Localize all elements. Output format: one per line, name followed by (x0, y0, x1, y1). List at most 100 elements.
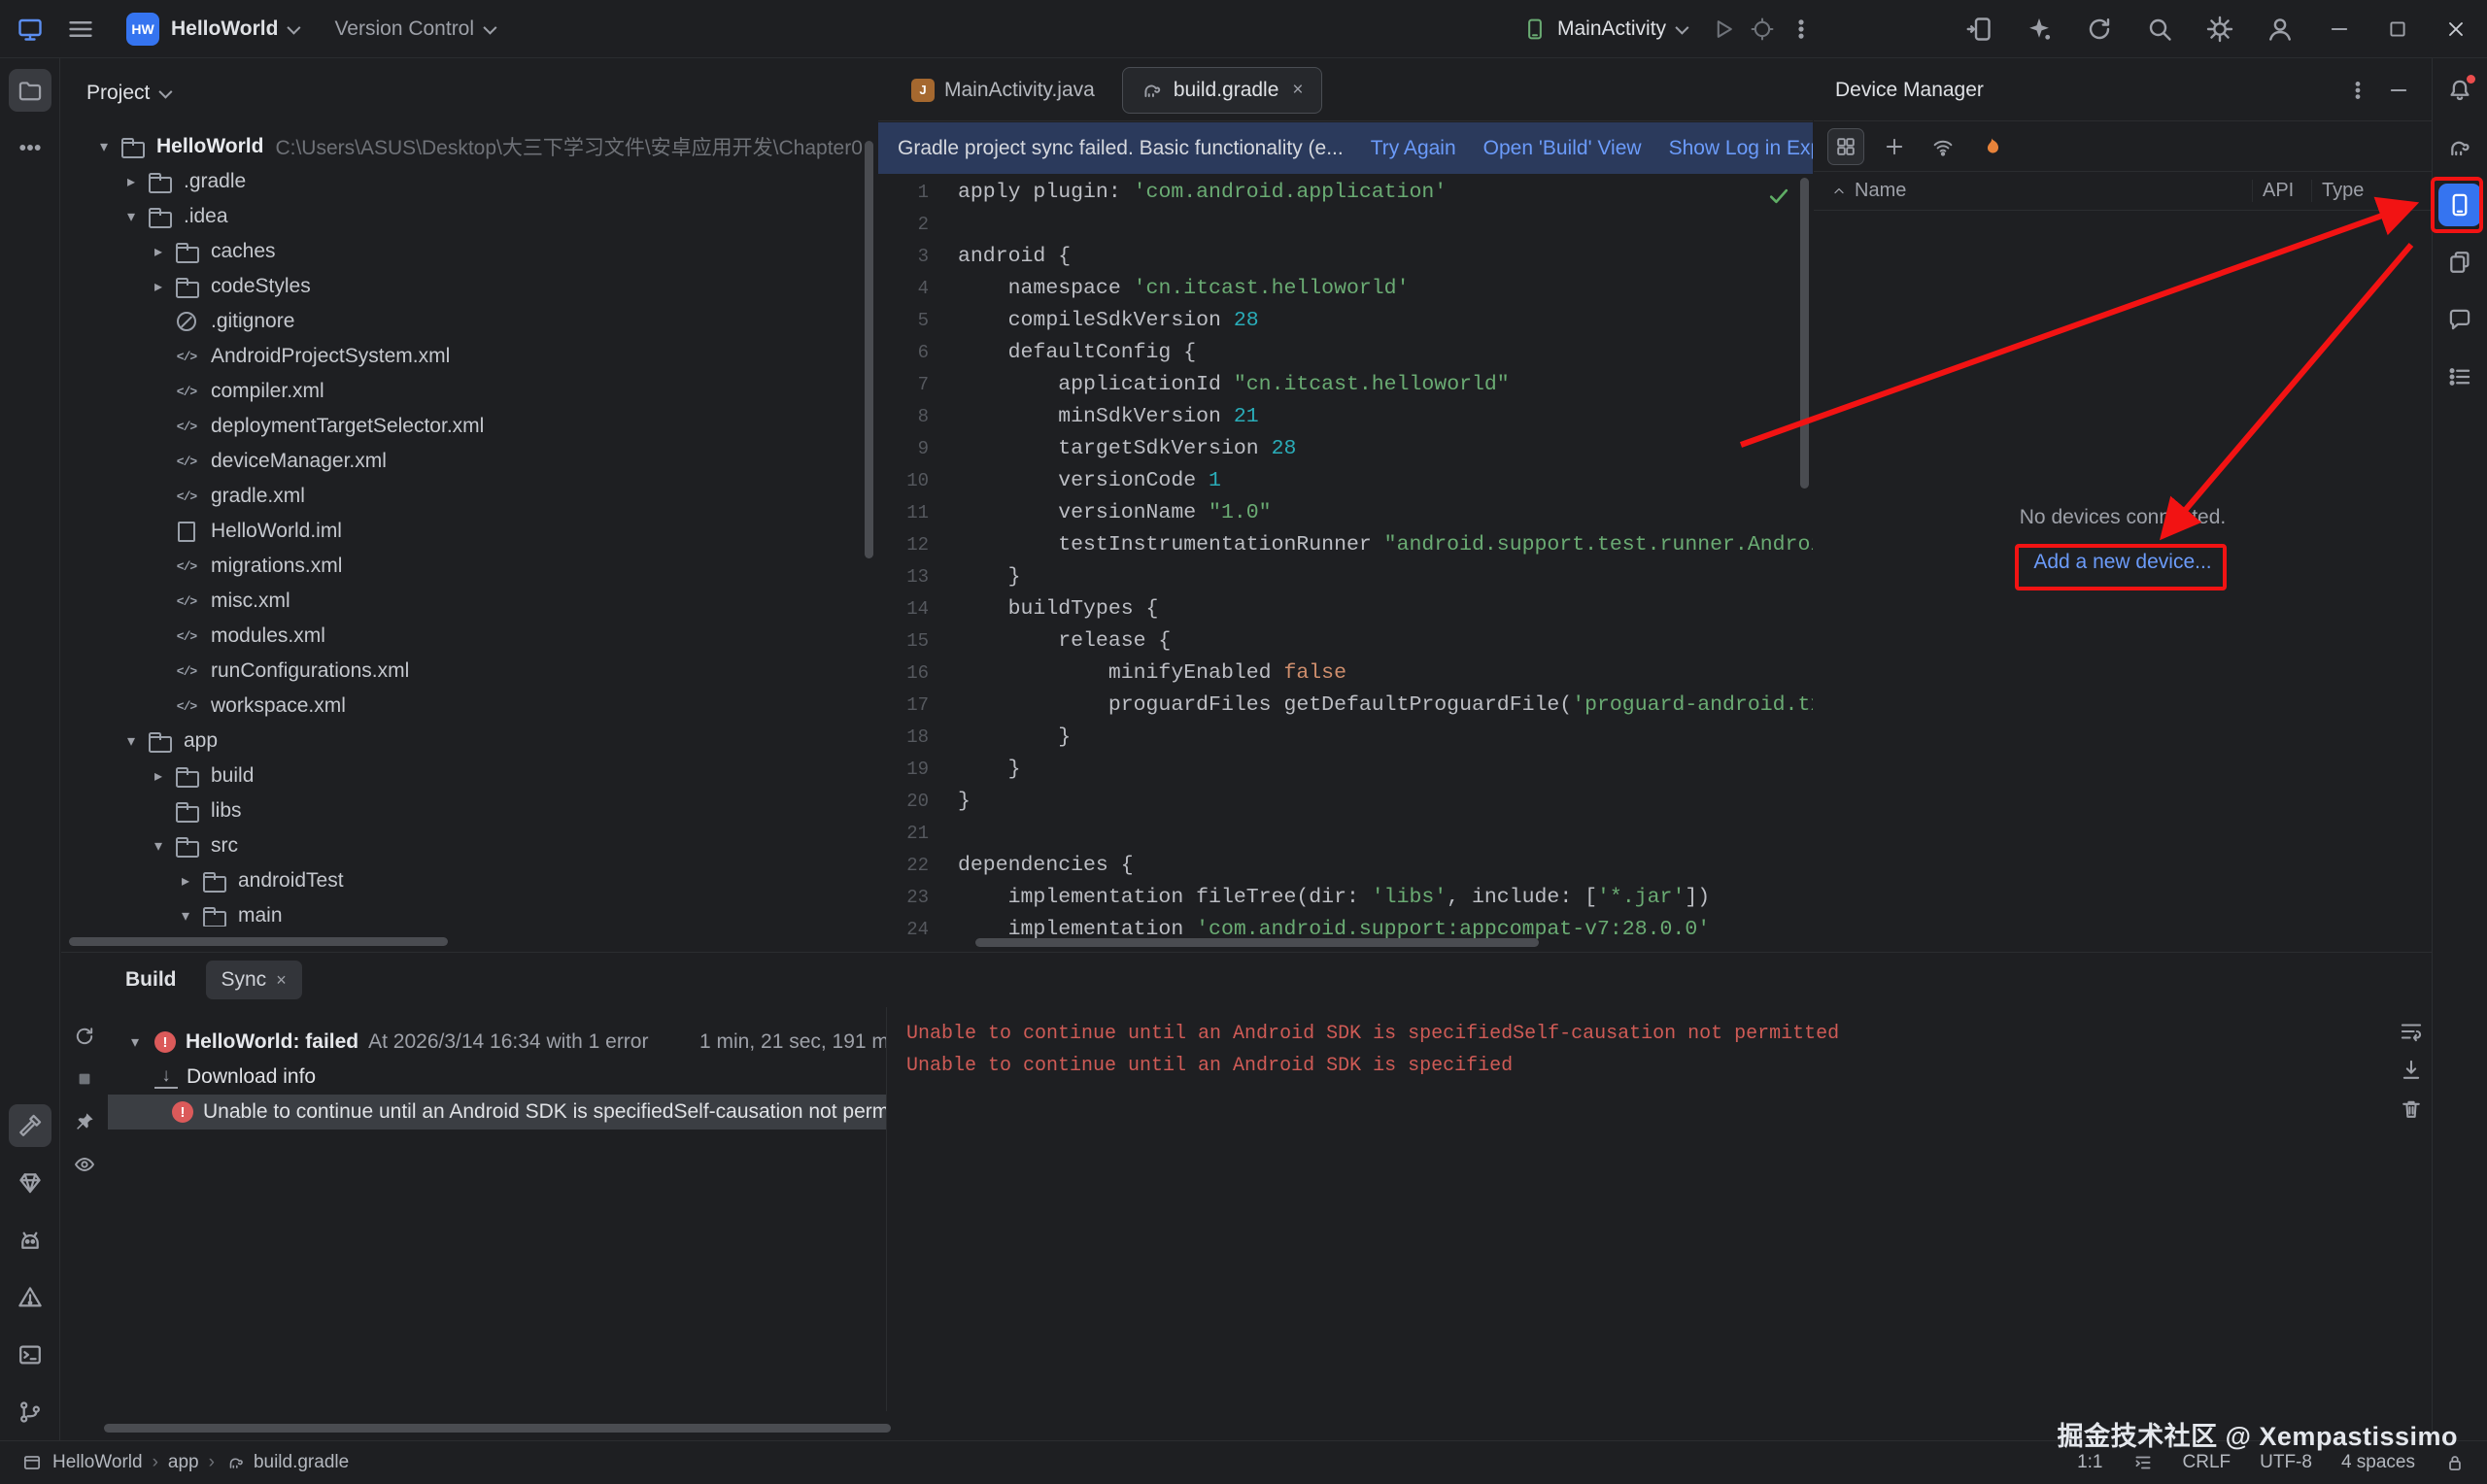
window-maximize-button[interactable] (2372, 4, 2423, 54)
chevron-icon[interactable] (145, 766, 172, 786)
app-inspection-tool-icon[interactable] (2438, 355, 2481, 398)
project-horizontal-scrollbar[interactable] (69, 937, 448, 946)
download-info-row[interactable]: Download info (108, 1060, 886, 1095)
more-options-icon[interactable] (2346, 79, 2369, 102)
running-devices-tool-icon[interactable] (2438, 241, 2481, 284)
editor-horizontal-scrollbar[interactable] (975, 938, 1539, 947)
tree-item[interactable]: modules.xml (61, 619, 864, 654)
pair-wifi-icon[interactable] (1925, 128, 1961, 165)
version-control-tool-icon[interactable] (9, 1391, 51, 1433)
scroll-to-end-icon[interactable] (2399, 1058, 2424, 1083)
gradle-sync-icon[interactable] (2073, 8, 2126, 51)
tree-item[interactable]: .idea (61, 199, 864, 234)
build-root-row[interactable]: HelloWorld: failed At 2026/3/14 16:34 wi… (108, 1025, 886, 1060)
column-api[interactable]: API (2252, 180, 2311, 202)
tab-close-icon[interactable]: × (276, 970, 287, 991)
device-mirroring-icon[interactable] (1953, 8, 2005, 51)
file-lock-icon[interactable] (2444, 1452, 2466, 1473)
tree-item[interactable]: workspace.xml (61, 689, 864, 724)
breadcrumb-module[interactable]: app (168, 1452, 199, 1473)
code-editor[interactable]: 1 apply plugin: 'com.android.application… (878, 176, 1813, 952)
tree-item[interactable]: codeStyles (61, 269, 864, 304)
indent-widget[interactable]: 4 spaces (2341, 1452, 2415, 1473)
add-new-device-link[interactable]: Add a new device... (2033, 551, 2211, 574)
stop-icon[interactable] (67, 1062, 102, 1096)
banner-link[interactable]: Try Again (1371, 137, 1456, 160)
project-widget[interactable]: HW HelloWorld (115, 8, 309, 51)
search-icon[interactable] (2133, 8, 2186, 51)
run-button[interactable] (1711, 17, 1736, 42)
chevron-icon[interactable] (172, 906, 199, 926)
tree-item[interactable]: libs (61, 793, 864, 828)
breadcrumb-file[interactable]: build.gradle (254, 1452, 349, 1473)
gradle-tool-icon[interactable] (2438, 126, 2481, 169)
tree-item[interactable]: caches (61, 234, 864, 269)
device-manager-tool-icon[interactable] (2438, 184, 2481, 226)
ai-assistant-icon[interactable] (2013, 8, 2065, 51)
tree-item[interactable]: deviceManager.xml (61, 444, 864, 479)
tree-item[interactable]: AndroidProjectSystem.xml (61, 339, 864, 374)
chevron-icon[interactable] (121, 1032, 149, 1052)
banner-link[interactable]: Show Log in Explorer (1669, 137, 1813, 160)
preview-eye-icon[interactable] (67, 1147, 102, 1182)
run-config-selector[interactable]: MainActivity (1511, 8, 1697, 51)
column-type[interactable]: Type (2311, 180, 2432, 202)
encoding-widget[interactable]: UTF-8 (2260, 1452, 2312, 1473)
hamburger-menu-icon[interactable] (54, 8, 107, 51)
profiler-button[interactable] (1750, 17, 1775, 42)
tree-item[interactable]: app (61, 724, 864, 759)
chevron-icon[interactable] (90, 137, 118, 156)
soft-wrap-icon[interactable] (2399, 1019, 2424, 1044)
banner-link[interactable]: Open 'Build' View (1483, 137, 1642, 160)
vcs-menu[interactable]: Version Control (323, 8, 505, 51)
app-logo-icon[interactable] (0, 8, 54, 51)
build-horizontal-scrollbar[interactable] (104, 1424, 891, 1433)
chevron-icon[interactable] (118, 731, 145, 751)
notifications-bell-icon[interactable] (2438, 69, 2481, 112)
project-vertical-scrollbar[interactable] (865, 141, 873, 558)
breadcrumb-project[interactable]: HelloWorld (52, 1452, 143, 1473)
more-actions-icon[interactable] (1789, 17, 1814, 42)
sync-tab[interactable]: Sync × (206, 961, 302, 999)
chevron-icon[interactable] (118, 207, 145, 226)
caret-position-widget[interactable]: 1:1 (2077, 1452, 2102, 1473)
tree-item[interactable]: compiler.xml (61, 374, 864, 409)
settings-gear-icon[interactable] (2194, 8, 2246, 51)
resync-icon[interactable] (67, 1019, 102, 1054)
app-quality-insights-icon[interactable] (9, 1162, 51, 1204)
tab-mainactivity-java[interactable]: MainActivity.java (894, 67, 1112, 114)
clear-trash-icon[interactable] (2399, 1096, 2424, 1122)
tab-close-icon[interactable]: × (1292, 80, 1303, 101)
tree-item[interactable]: misc.xml (61, 584, 864, 619)
window-minimize-button[interactable] (2314, 4, 2365, 54)
chevron-icon[interactable] (118, 172, 145, 191)
more-tool-windows-icon[interactable] (9, 126, 51, 169)
project-tool-icon[interactable] (9, 69, 51, 112)
tree-item[interactable]: HelloWorld.iml (61, 514, 864, 549)
chevron-icon[interactable] (145, 242, 172, 261)
assistant-chat-tool-icon[interactable] (2438, 298, 2481, 341)
add-device-icon[interactable] (1876, 128, 1913, 165)
tree-item[interactable]: migrations.xml (61, 549, 864, 584)
editor-vertical-scrollbar[interactable] (1800, 178, 1809, 489)
tree-item[interactable]: build (61, 759, 864, 793)
tree-item[interactable]: .gitignore (61, 304, 864, 339)
tree-item[interactable]: .gradle (61, 164, 864, 199)
window-close-button[interactable] (2431, 4, 2481, 54)
terminal-tool-icon[interactable] (9, 1333, 51, 1376)
column-name[interactable]: Name (1814, 180, 2252, 202)
tree-item[interactable]: src (61, 828, 864, 863)
tree-item[interactable]: main (61, 898, 864, 927)
profile-avatar-icon[interactable] (2254, 8, 2306, 51)
chevron-icon[interactable] (145, 277, 172, 296)
pin-icon[interactable] (67, 1104, 102, 1139)
firebase-flame-icon[interactable] (1973, 128, 2010, 165)
tree-item[interactable]: androidTest (61, 863, 864, 898)
logcat-tool-icon[interactable] (9, 1219, 51, 1262)
tree-item[interactable]: runConfigurations.xml (61, 654, 864, 689)
grid-view-icon[interactable] (1827, 128, 1864, 165)
build-tool-icon[interactable] (9, 1104, 51, 1147)
indent-style-icon[interactable] (2132, 1452, 2154, 1473)
line-separator-widget[interactable]: CRLF (2183, 1452, 2231, 1473)
chevron-icon[interactable] (172, 871, 199, 891)
